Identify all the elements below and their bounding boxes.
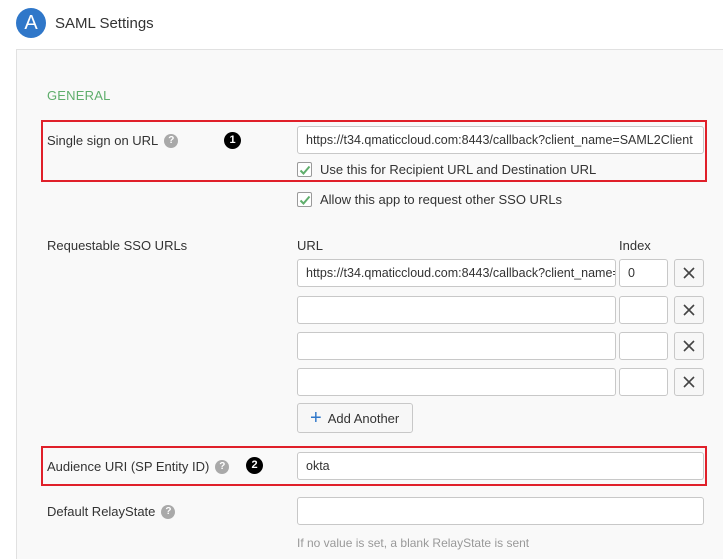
requestable-url-input[interactable] — [297, 332, 616, 360]
help-icon[interactable]: ? — [215, 459, 230, 474]
plus-icon: + — [310, 407, 322, 429]
remove-row-button[interactable] — [674, 296, 704, 324]
checkmark-icon — [299, 165, 311, 175]
relay-state-input[interactable] — [297, 497, 704, 525]
relay-state-hint: If no value is set, a blank RelayState i… — [297, 536, 530, 550]
allow-sso-checkbox-label: Allow this app to request other SSO URLs — [320, 192, 563, 207]
relay-state-label-text: Default RelayState — [47, 504, 156, 519]
page-title: SAML Settings — [55, 15, 154, 32]
relay-state-label: Default RelayState? — [47, 504, 176, 519]
annotation-badge-2: 2 — [246, 457, 263, 474]
sso-url-label: Single sign on URL? — [47, 133, 179, 148]
page-header: A SAML Settings — [0, 0, 723, 48]
audience-uri-label-text: Audience URI (SP Entity ID) — [47, 459, 210, 474]
requestable-sso-label: Requestable SSO URLs — [47, 238, 188, 253]
help-icon[interactable]: ? — [164, 133, 179, 148]
close-icon — [683, 304, 695, 316]
index-column-header: Index — [619, 238, 651, 253]
help-icon[interactable]: ? — [161, 504, 176, 519]
remove-row-button[interactable] — [674, 259, 704, 287]
checkmark-icon — [299, 195, 311, 205]
close-icon — [683, 376, 695, 388]
requestable-index-input[interactable] — [619, 296, 668, 324]
add-another-label: Add Another — [327, 410, 400, 426]
sso-url-input[interactable]: https://t34.qmaticcloud.com:8443/callbac… — [297, 126, 704, 154]
remove-row-button[interactable] — [674, 332, 704, 360]
annotation-badge-1: 1 — [224, 132, 241, 149]
allow-sso-checkbox[interactable] — [297, 192, 312, 207]
audience-uri-label: Audience URI (SP Entity ID)? — [47, 459, 230, 474]
sso-url-label-text: Single sign on URL — [47, 133, 159, 148]
requestable-index-input[interactable] — [619, 332, 668, 360]
app-avatar: A — [16, 8, 46, 38]
requestable-url-input[interactable]: https://t34.qmaticcloud.com:8443/callbac… — [297, 259, 616, 287]
add-another-button[interactable]: + Add Another — [297, 403, 413, 433]
section-title-general: GENERAL — [47, 88, 111, 103]
remove-row-button[interactable] — [674, 368, 704, 396]
allow-sso-checkbox-row[interactable]: Allow this app to request other SSO URLs — [297, 192, 562, 207]
recipient-url-checkbox-label: Use this for Recipient URL and Destinati… — [320, 162, 597, 177]
close-icon — [683, 340, 695, 352]
requestable-index-input[interactable]: 0 — [619, 259, 668, 287]
requestable-url-input[interactable] — [297, 296, 616, 324]
audience-uri-input[interactable]: okta — [297, 452, 704, 480]
recipient-url-checkbox[interactable] — [297, 162, 312, 177]
recipient-url-checkbox-row[interactable]: Use this for Recipient URL and Destinati… — [297, 162, 596, 177]
requestable-index-input[interactable] — [619, 368, 668, 396]
close-icon — [683, 267, 695, 279]
url-column-header: URL — [297, 238, 324, 253]
requestable-url-input[interactable] — [297, 368, 616, 396]
